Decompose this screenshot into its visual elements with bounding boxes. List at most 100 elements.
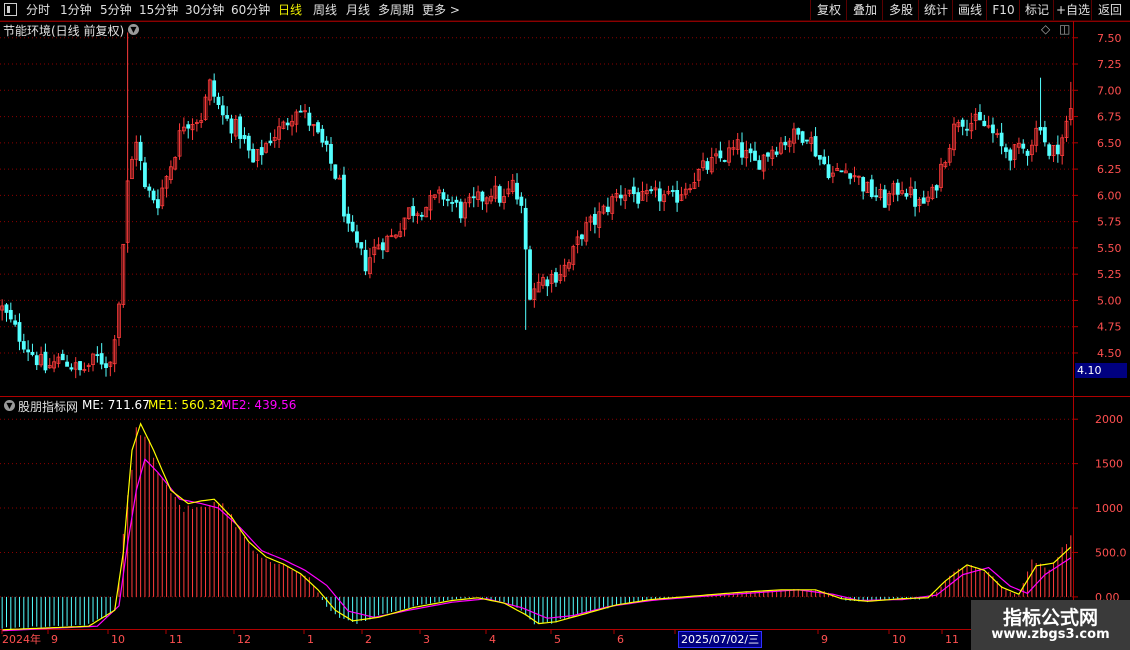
- price-tick-label: 7.25: [1097, 58, 1122, 71]
- candle-body: [43, 351, 48, 371]
- panel-toggle-icon[interactable]: ◫: [1059, 22, 1070, 36]
- xaxis-label: 12: [237, 633, 251, 646]
- candle-body: [346, 213, 351, 224]
- xaxis-label: 6: [617, 633, 624, 646]
- candle-body: [740, 142, 744, 158]
- price-tick-label: 5.25: [1097, 268, 1122, 281]
- candle-body: [705, 161, 710, 170]
- candle-body: [978, 112, 982, 121]
- candle-body: [861, 177, 866, 192]
- candle-body: [246, 135, 251, 151]
- price-tick-label: 5.50: [1097, 242, 1122, 255]
- candle-body: [65, 361, 69, 367]
- kline-chart[interactable]: 7.50 7.25 7.00 6.75 6.50 6.25 6.00 5.75 5.50 5.25…: [0, 0, 1130, 650]
- candle-body: [471, 196, 476, 199]
- candle-body: [104, 363, 108, 368]
- candle-body: [285, 122, 290, 126]
- candle-body: [904, 193, 909, 197]
- candle-body: [95, 354, 100, 356]
- candle-body: [1042, 127, 1047, 143]
- candle-body: [138, 141, 143, 161]
- candle-body: [670, 190, 675, 192]
- candle-body: [1047, 144, 1052, 156]
- candle-body: [848, 173, 853, 179]
- watermark-title: 指标公式网: [1002, 607, 1098, 629]
- candle-body: [251, 148, 256, 163]
- candle-body: [822, 156, 827, 165]
- candle-body: [1004, 147, 1008, 152]
- candle-body: [523, 207, 528, 250]
- chevron-down-icon[interactable]: ▼: [128, 24, 139, 35]
- candle-body: [480, 191, 485, 202]
- candle-body: [817, 155, 822, 160]
- candle-body: [934, 185, 939, 191]
- candle-body: [445, 199, 450, 201]
- candle-body: [783, 141, 788, 146]
- candle-body: [229, 118, 234, 134]
- candle-body: [333, 164, 338, 179]
- candle-body: [238, 116, 243, 139]
- xaxis-label: 3: [423, 633, 430, 646]
- candle-body: [411, 206, 416, 216]
- candle-body: [147, 186, 152, 191]
- xaxis-label: 11: [169, 633, 183, 646]
- candle-body: [225, 115, 230, 119]
- candle-body: [675, 190, 680, 203]
- candle-body: [796, 128, 801, 135]
- candle-body: [869, 179, 874, 197]
- candle-body: [212, 80, 217, 97]
- indicator-name: 股朋指标网: [18, 400, 79, 414]
- candle-body: [99, 353, 104, 365]
- candle-body: [143, 162, 147, 188]
- candle-body: [441, 192, 446, 200]
- candle-body: [882, 189, 887, 208]
- candle-body: [554, 272, 558, 283]
- xaxis-label: 2024年: [2, 632, 41, 646]
- candle-body: [657, 188, 662, 202]
- candle-body: [722, 160, 727, 162]
- candle-body: [748, 148, 753, 154]
- candle-body: [649, 189, 654, 192]
- me-value: ME: 711.67: [82, 398, 150, 412]
- current-price-tag: 4.10: [1075, 363, 1127, 378]
- xaxis-label: 9: [51, 633, 58, 646]
- candle-body: [220, 105, 225, 116]
- candle-body: [342, 174, 346, 217]
- candle-body: [69, 367, 74, 370]
- price-tick-label: 6.25: [1097, 163, 1122, 176]
- indicator-menu-icon[interactable]: ▼: [4, 400, 15, 411]
- candle-body: [497, 186, 502, 203]
- candle-body: [1021, 143, 1026, 149]
- candle-body: [320, 128, 325, 143]
- candle-body: [268, 140, 273, 144]
- candle-body: [1025, 150, 1030, 156]
- candle-body: [605, 206, 610, 213]
- xaxis-label: 10: [892, 633, 906, 646]
- price-tick-label: 7.50: [1097, 32, 1122, 45]
- cursor-date-tag: 2025/07/02/三: [678, 631, 763, 648]
- candle-body: [519, 196, 524, 206]
- indicator-tick-label: 500.0: [1095, 546, 1127, 559]
- xaxis-label: 10: [111, 633, 125, 646]
- candle-body: [316, 122, 320, 133]
- candle-body: [359, 242, 364, 249]
- candle-body: [419, 214, 424, 217]
- candle-body: [991, 124, 995, 134]
- candle-body: [337, 177, 342, 180]
- candle-body: [766, 152, 770, 157]
- candle-body: [580, 234, 584, 240]
- candle-body: [78, 361, 82, 371]
- price-tick-label: 7.00: [1097, 84, 1122, 97]
- candle-body: [186, 124, 191, 129]
- candle-body: [921, 197, 926, 204]
- candle-body: [4, 304, 9, 313]
- candle-body: [545, 279, 550, 287]
- diamond-icon[interactable]: ◇: [1041, 22, 1050, 36]
- candle-body: [60, 353, 65, 361]
- price-tick-label: 5.75: [1097, 216, 1122, 229]
- candle-body: [17, 322, 22, 342]
- xaxis-label: 2: [365, 633, 372, 646]
- xaxis-label: 1: [307, 633, 314, 646]
- candle-body: [805, 139, 809, 142]
- price-tick-label: 5.00: [1097, 294, 1122, 307]
